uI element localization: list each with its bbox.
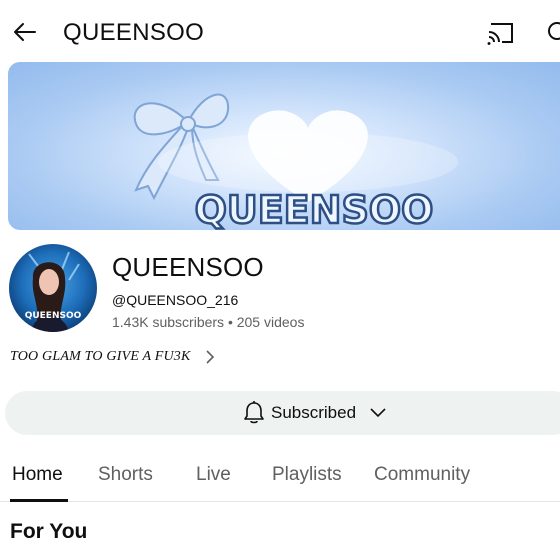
tab-home[interactable]: Home (12, 464, 63, 486)
avatar-label: QUEENSOO (25, 311, 82, 321)
channel-handle: @QUEENSOO_216 (112, 292, 239, 308)
chevron-right-icon (206, 350, 215, 364)
subscribed-button[interactable]: Subscribed (5, 391, 560, 435)
channel-description-text: TOO GLAM TO GIVE A FU3K (10, 349, 191, 365)
section-title: For You (10, 520, 88, 543)
banner-logo-text: QUEENSOO (193, 187, 434, 230)
chevron-down-icon (370, 408, 386, 418)
tab-shorts[interactable]: Shorts (98, 464, 153, 486)
avatar[interactable]: QUEENSOO (9, 244, 97, 332)
arrow-left-icon[interactable] (10, 18, 38, 46)
channel-stats: 1.43K subscribers • 205 videos (112, 314, 305, 330)
tab-live[interactable]: Live (196, 464, 231, 486)
channel-description[interactable]: TOO GLAM TO GIVE A FU3K (10, 349, 216, 365)
app-bar: QUEENSOO (0, 0, 560, 66)
channel-tabs: Home Shorts Live Playlists Community (0, 450, 560, 502)
page-title: QUEENSOO (63, 19, 205, 46)
active-tab-indicator (10, 499, 68, 502)
tab-community[interactable]: Community (374, 464, 470, 486)
search-icon[interactable] (544, 18, 560, 48)
cast-icon[interactable] (486, 20, 516, 46)
subscribed-label: Subscribed (271, 403, 357, 422)
tab-playlists[interactable]: Playlists (272, 464, 342, 486)
channel-banner: QUEENSOO (8, 62, 560, 230)
bell-icon (244, 401, 264, 424)
channel-name: QUEENSOO (112, 252, 264, 282)
avatar-image: QUEENSOO (9, 244, 97, 332)
